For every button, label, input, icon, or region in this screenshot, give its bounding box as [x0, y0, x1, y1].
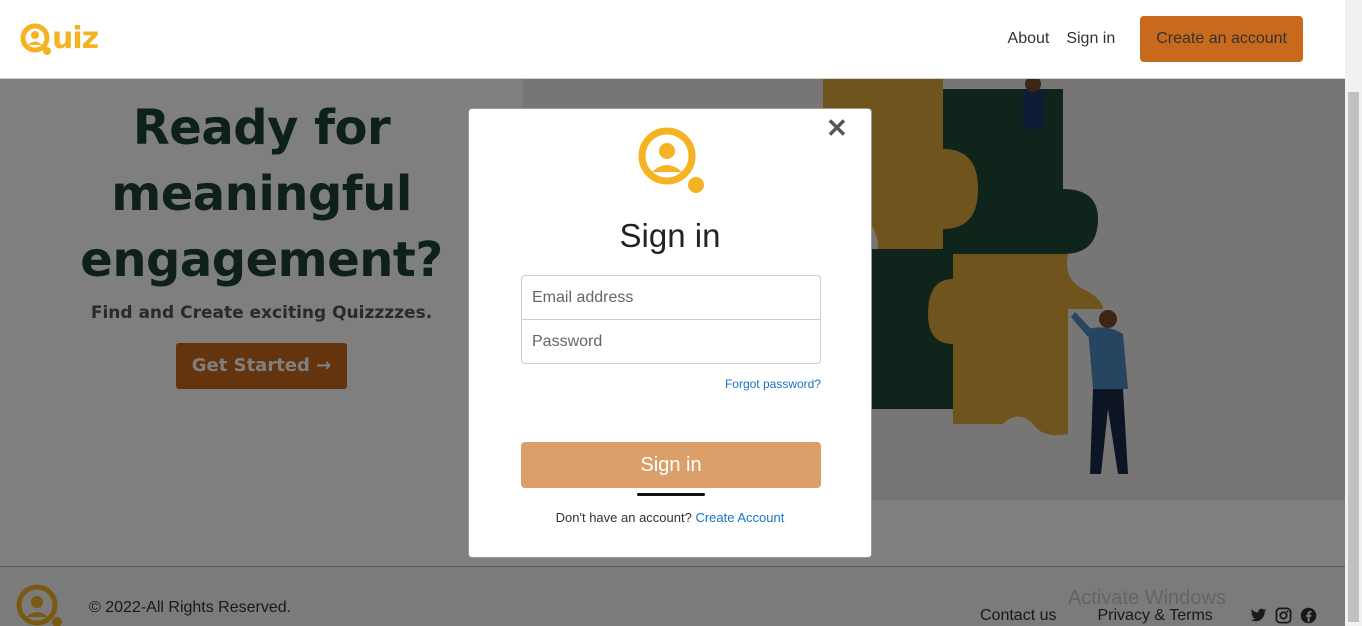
scrollbar-thumb[interactable] [1348, 92, 1359, 622]
forgot-password-link[interactable]: Forgot password? [469, 377, 821, 391]
email-input[interactable] [521, 275, 821, 320]
nav-menu: About Sign in Create an account [1008, 16, 1320, 62]
create-account-link[interactable]: Create Account [695, 510, 784, 525]
quiz-logo-icon [20, 23, 51, 55]
modal-title: Sign in [619, 217, 721, 254]
quiz-logo-icon [638, 127, 704, 193]
page-scrollbar[interactable] [1345, 0, 1362, 626]
nav-about-link[interactable]: About [1008, 30, 1050, 48]
nav-sign-in-link[interactable]: Sign in [1066, 30, 1115, 48]
credentials-group [521, 275, 821, 364]
quiz-logo[interactable]: uiz [20, 18, 99, 58]
modal-logo [636, 125, 708, 202]
top-navbar: uiz About Sign in Create an account [0, 0, 1345, 79]
sign-in-button[interactable]: Sign in [521, 442, 821, 488]
close-icon[interactable]: ✕ [826, 115, 848, 141]
logo-text: uiz [52, 20, 99, 56]
create-account-button[interactable]: Create an account [1140, 16, 1303, 62]
divider [637, 493, 705, 496]
password-input[interactable] [521, 319, 821, 364]
sign-in-modal: ✕ Sign in Forgot password? Sign in Don't… [468, 108, 872, 558]
no-account-text: Don't have an account? Create Account [469, 510, 871, 525]
no-account-label: Don't have an account? [555, 510, 692, 525]
